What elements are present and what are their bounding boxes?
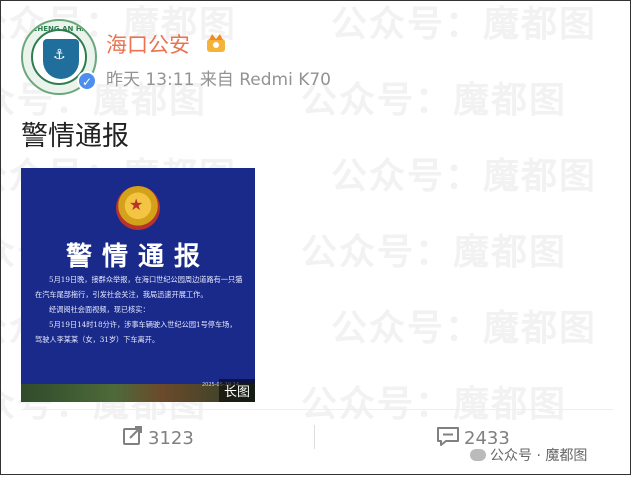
- watermark: 公众号：魔都图: [301, 384, 568, 425]
- divider: [21, 409, 613, 410]
- watermark: 公众号：魔都图: [301, 232, 568, 273]
- police-emblem-icon: ★: [116, 186, 160, 230]
- wechat-icon: [470, 449, 486, 461]
- repost-button[interactable]: 3123: [122, 425, 194, 449]
- long-image-tag: 长图: [218, 379, 255, 402]
- post-image[interactable]: ★ 警情通报 5月19日晚，接群众举报，在海口世纪公园周边道路有一只猫在汽车尾部…: [21, 168, 255, 402]
- wechat-watermark: 公众号 · 魔都图: [466, 444, 592, 466]
- vip-crown-icon[interactable]: [204, 31, 228, 55]
- watermark: 公众号：魔都图: [301, 80, 568, 121]
- anchor-icon: ⚓: [53, 47, 66, 63]
- watermark: 公众号：魔都图: [331, 156, 598, 197]
- action-separator: [314, 425, 315, 449]
- repost-count: 3123: [148, 428, 194, 449]
- image-paragraph: 经调阅社会面视频，现已核实：: [49, 305, 150, 314]
- verified-badge-icon: ✓: [77, 71, 97, 91]
- watermark: 公众号：魔都图: [331, 4, 598, 45]
- image-body: 5月19日晚，接群众举报，在海口世纪公园周边道路有一只猫在汽车尾部拖行，引发社会…: [35, 272, 243, 347]
- repost-icon: [123, 426, 142, 445]
- post-source: 来自 Redmi K70: [199, 70, 331, 90]
- image-paragraph: 5月19日晚，接群众举报，在海口世纪公园周边道路有一只猫在汽车尾部拖行，引发社会…: [35, 275, 243, 299]
- image-paragraph: 5月19日14时18分许，涉事车辆驶入世纪公园1号停车场，驾驶人李某某（女，31…: [35, 320, 237, 344]
- timestamp[interactable]: 昨天 13:11: [106, 70, 194, 90]
- comment-icon: [437, 427, 459, 446]
- post-text: 警情通报: [21, 121, 129, 152]
- post-meta: 昨天 13:11 来自 Redmi K70: [106, 65, 331, 90]
- weibo-post-card: 公众号：魔都图 公众号：魔都图 公众号：魔都图 公众号：魔都图 公众号：魔都图 …: [0, 0, 631, 475]
- username[interactable]: 海口公安: [106, 29, 190, 59]
- wechat-watermark-text: 公众号 · 魔都图: [490, 448, 588, 464]
- watermark: 公众号：魔都图: [331, 308, 598, 349]
- image-title: 警情通报: [65, 242, 210, 272]
